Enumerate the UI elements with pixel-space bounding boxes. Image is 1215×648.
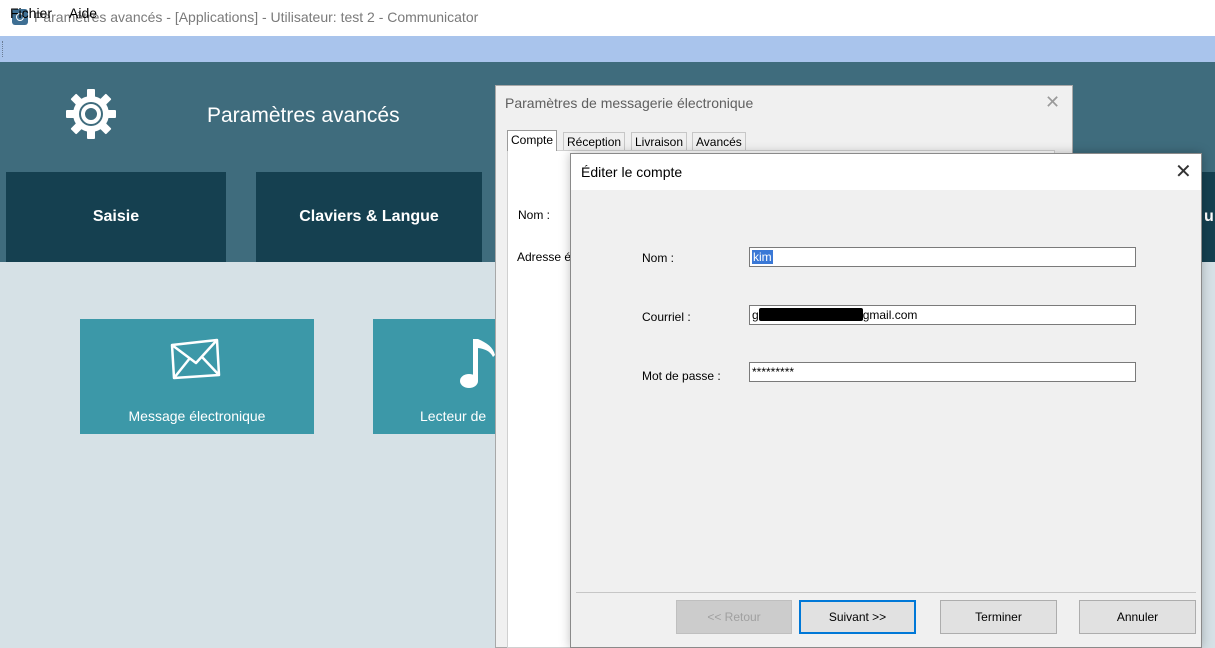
adresse-label: Adresse é: [517, 250, 572, 264]
close-icon[interactable]: ✕: [1175, 159, 1192, 184]
menu-fichier[interactable]: Fichier: [10, 5, 52, 21]
dialog-title: Éditer le compte: [581, 164, 683, 180]
divider: [576, 592, 1196, 593]
nom-label: Nom :: [518, 208, 551, 222]
tab-partial[interactable]: u: [1200, 172, 1215, 262]
courriel-input[interactable]: g gmail.com: [749, 305, 1136, 325]
courriel-suffix: gmail.com: [862, 308, 918, 322]
tab-avances[interactable]: Avancés: [692, 132, 746, 150]
tile-lecteur[interactable]: Lecteur de: [373, 319, 503, 434]
nom-field-label: Nom :: [642, 251, 675, 265]
edit-account-dialog: [570, 153, 1202, 648]
tile-label: Lecteur de: [420, 408, 487, 424]
menu-grip: [2, 41, 4, 57]
envelope-icon: [170, 338, 221, 380]
nom-input[interactable]: kim: [749, 247, 1136, 267]
gear-icon: [66, 89, 116, 139]
next-button[interactable]: Suivant >>: [799, 600, 916, 634]
back-button[interactable]: << Retour: [676, 600, 792, 634]
tab-saisie[interactable]: Saisie: [6, 172, 226, 262]
dialog-title: Paramètres de messagerie électronique: [505, 95, 754, 111]
menu-aide[interactable]: Aide: [69, 5, 97, 21]
page-title: Paramètres avancés: [207, 104, 400, 127]
redaction-bar: [758, 308, 863, 321]
nom-input-value: kim: [752, 250, 773, 264]
courriel-field-label: Courriel :: [642, 310, 691, 324]
password-input[interactable]: *********: [749, 362, 1136, 382]
courriel-prefix: g: [752, 308, 759, 322]
music-note-icon: [460, 339, 495, 388]
tab-claviers-langue[interactable]: Claviers & Langue: [256, 172, 482, 262]
tab-livraison[interactable]: Livraison: [631, 132, 688, 150]
tile-label: Message électronique: [128, 408, 266, 424]
password-value: *********: [752, 365, 795, 379]
cancel-button[interactable]: Annuler: [1079, 600, 1196, 634]
window-title: Paramètres avancés - [Applications] - Ut…: [34, 9, 479, 25]
close-icon[interactable]: ✕: [1045, 92, 1060, 113]
tab-reception[interactable]: Réception: [563, 132, 626, 150]
tab-compte[interactable]: Compte: [507, 130, 558, 151]
password-field-label: Mot de passe :: [642, 369, 721, 383]
finish-button[interactable]: Terminer: [940, 600, 1057, 634]
tile-message-electronique[interactable]: Message électronique: [80, 319, 314, 434]
menu-bar: [0, 36, 1215, 62]
